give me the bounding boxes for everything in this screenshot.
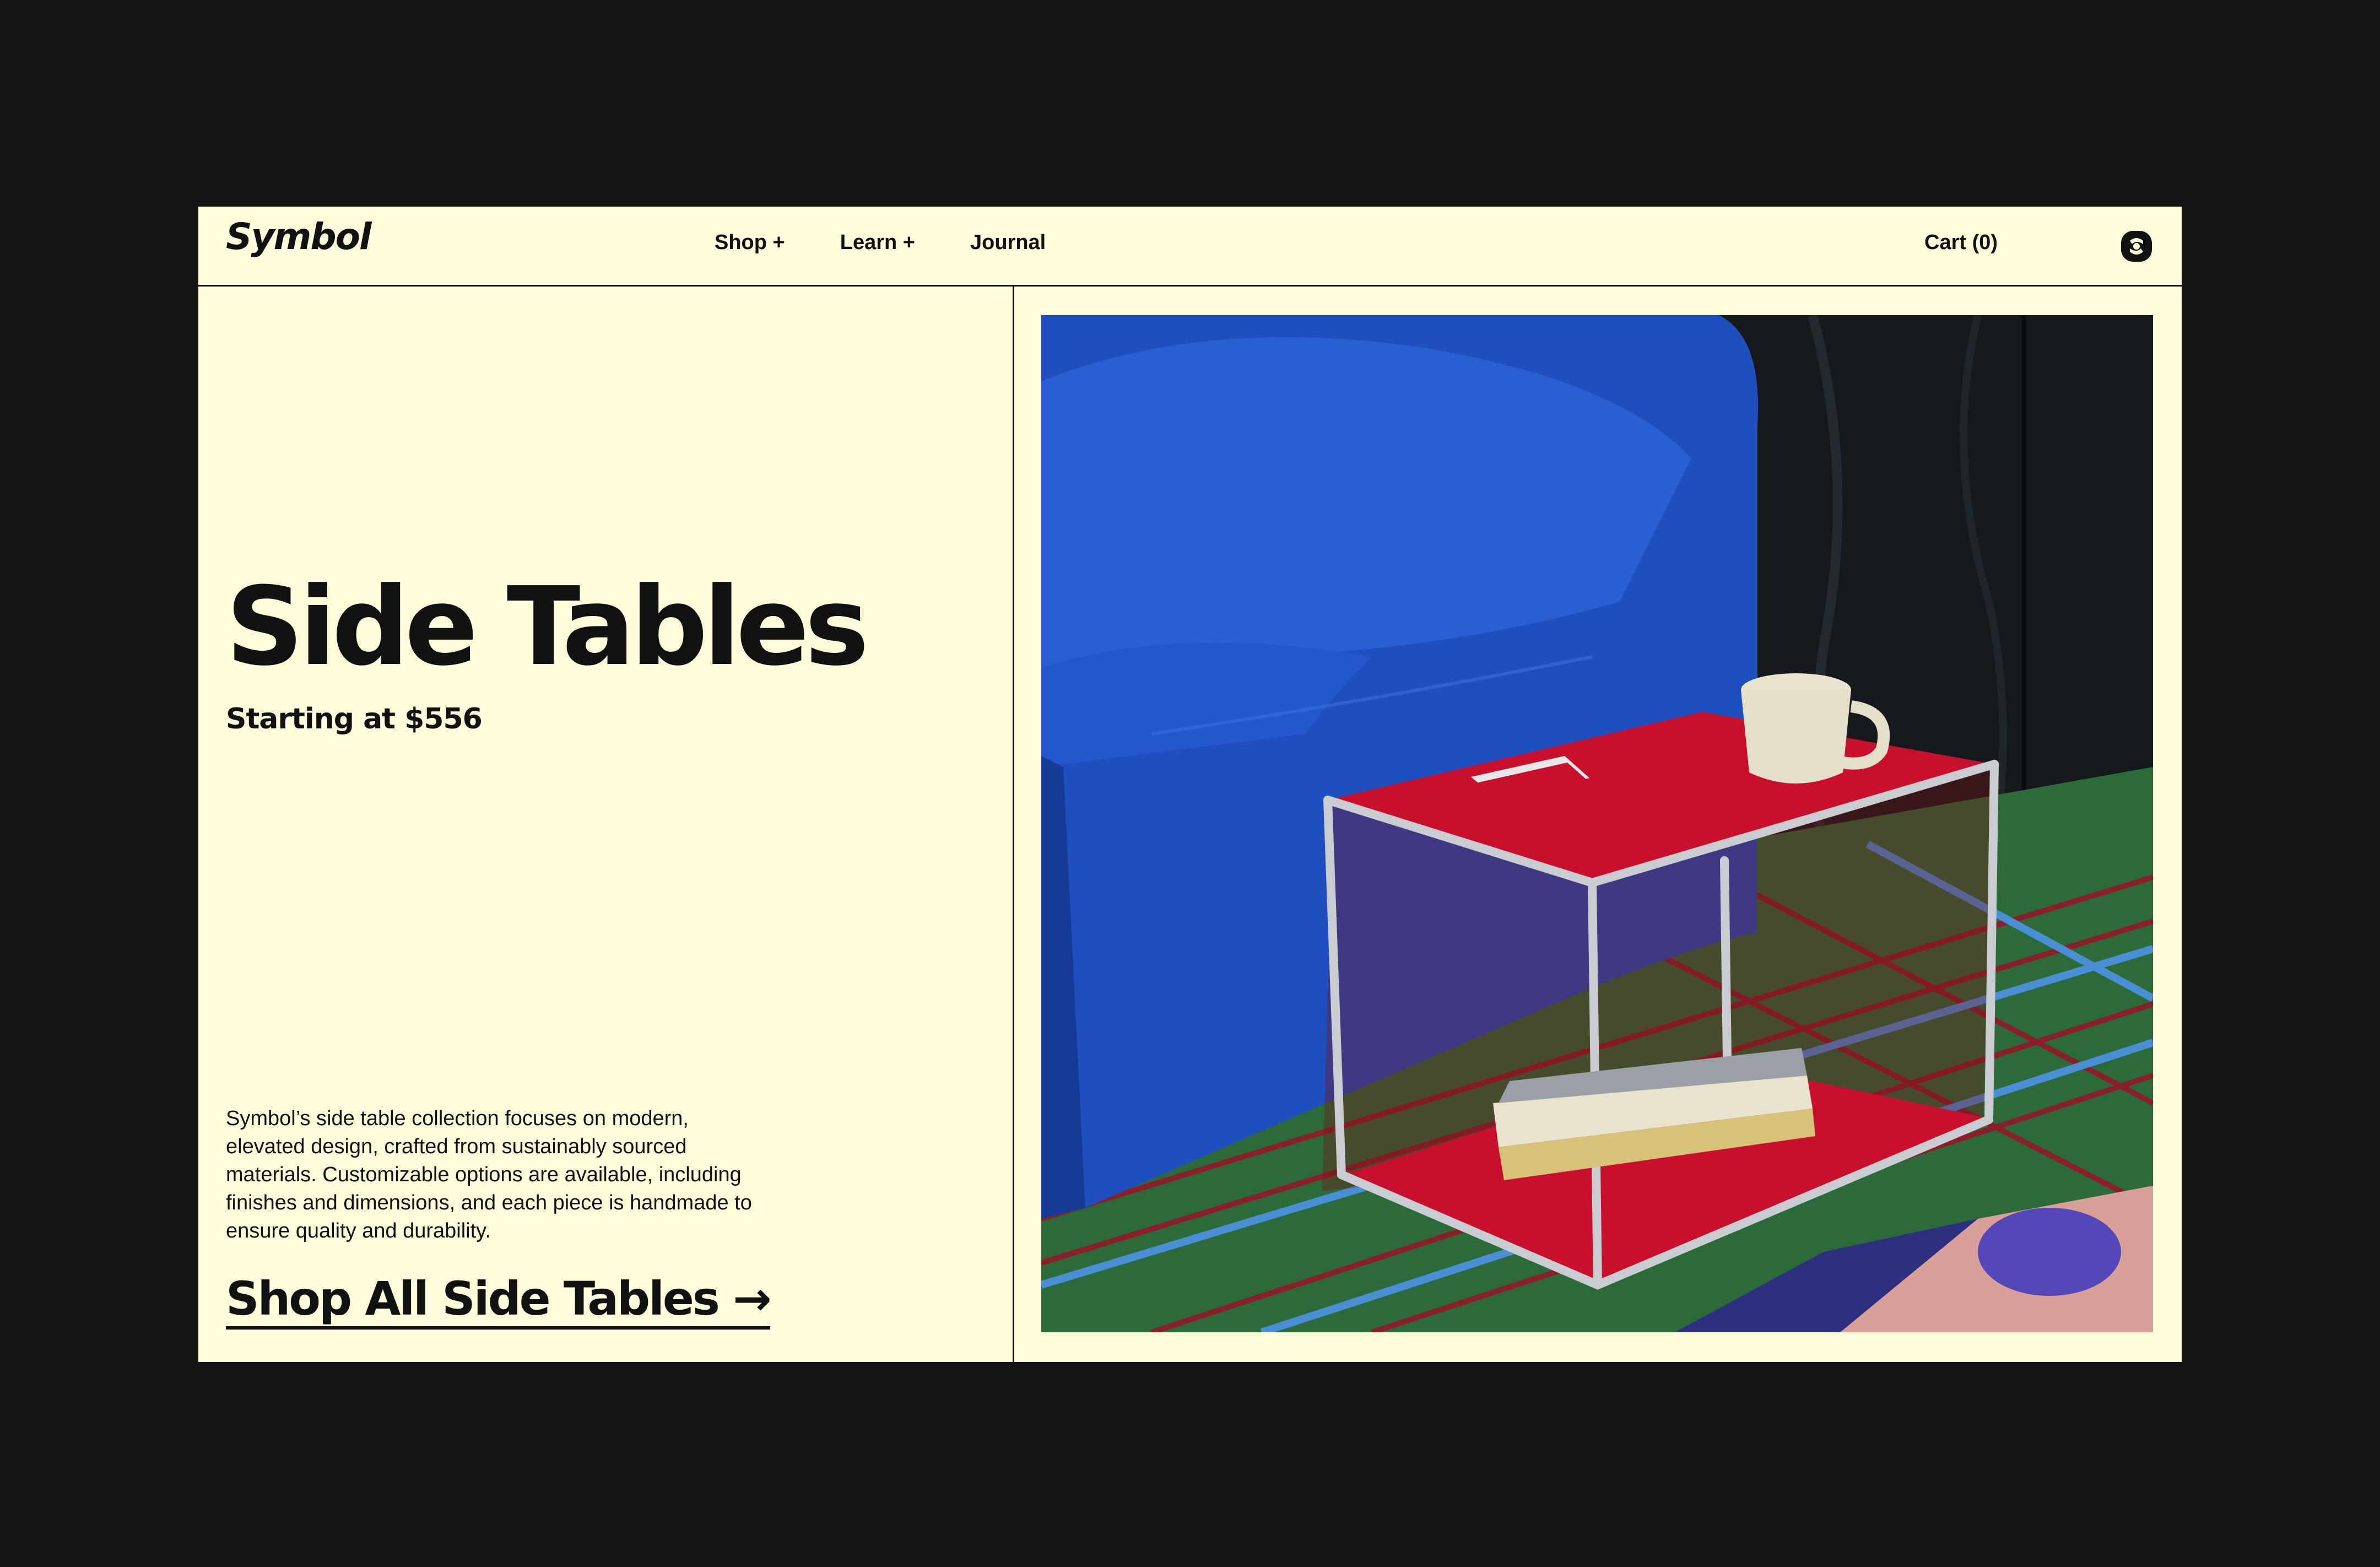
shop-all-side-tables-link[interactable]: Shop All Side Tables → xyxy=(226,1276,772,1330)
main-nav: Shop + Learn + Journal xyxy=(715,232,1046,253)
site-header: Symbol Shop + Learn + Journal Cart (0) xyxy=(198,207,2182,287)
brand-mark-icon[interactable] xyxy=(2120,230,2153,263)
cart-link[interactable]: Cart (0) xyxy=(1924,232,1998,253)
nav-shop[interactable]: Shop + xyxy=(715,232,785,253)
page-frame: Symbol Shop + Learn + Journal Cart (0) S… xyxy=(198,207,2182,1362)
logo[interactable]: Symbol xyxy=(226,219,372,255)
starting-price: Starting at $556 xyxy=(226,703,483,736)
nav-journal[interactable]: Journal xyxy=(970,232,1046,253)
column-divider xyxy=(1013,287,1014,1362)
collection-description: Symbol’s side table collection focuses o… xyxy=(226,1107,752,1242)
page-title: Side Tables xyxy=(226,564,869,690)
nav-learn[interactable]: Learn + xyxy=(840,232,915,253)
hero-image xyxy=(1041,315,2153,1332)
